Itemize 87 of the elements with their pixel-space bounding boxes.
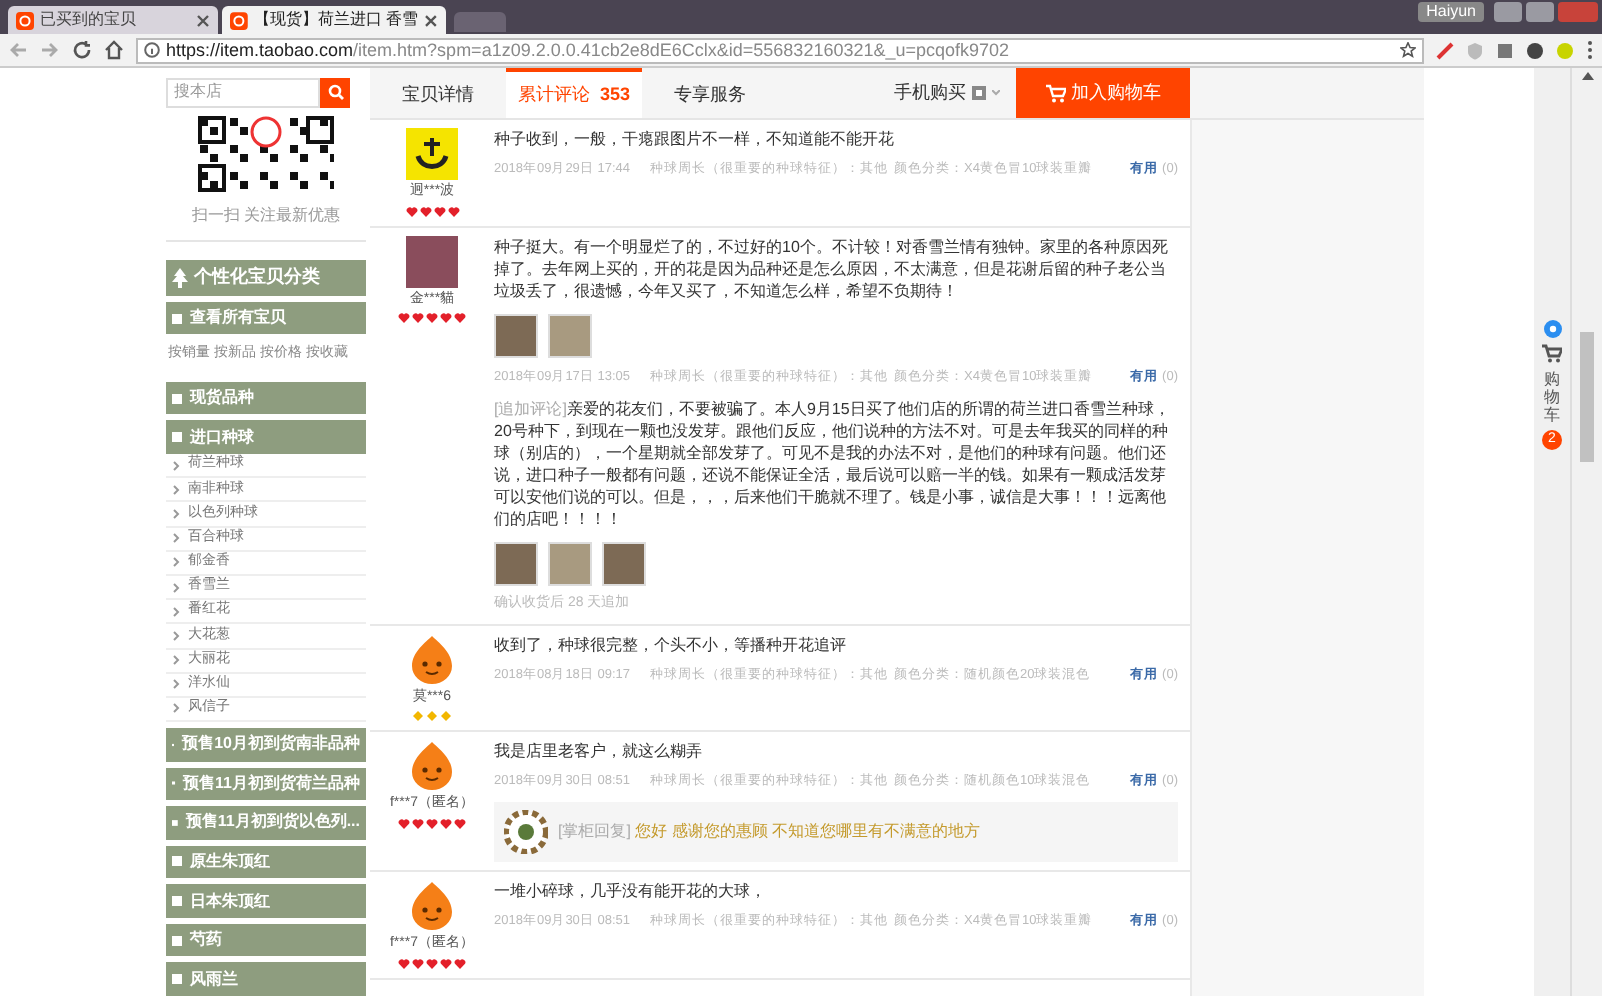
- detail-tab[interactable]: 专享服务: [642, 68, 778, 118]
- category-header[interactable]: 风雨兰: [166, 962, 366, 996]
- address-field[interactable]: https://item.taobao.com/item.htm?spm=a1z09.2.0.0.41cb2e8dE6Cclx&id=556832160321&_u=pcqofk9702: [136, 37, 1424, 63]
- category-header[interactable]: 预售11月初到货荷兰品种: [166, 767, 366, 801]
- category-label: 预售11月初到货以色列...: [185, 810, 360, 835]
- star-icon[interactable]: [1400, 42, 1416, 58]
- category-header[interactable]: 预售11月初到货以色列...: [166, 806, 366, 840]
- category-label: 预售11月初到货荷兰品种: [183, 771, 360, 796]
- square-icon: [172, 432, 182, 443]
- close-icon[interactable]: [424, 13, 438, 27]
- category-header[interactable]: 进口种球: [166, 420, 366, 454]
- review-text: 种子挺大。有一个明显烂了的，不过好的10个。不计较！对香雪兰情有独钟。家里的各种原因死掉了。去年网上买的，开的花是因为品种还是怎么原因，不太满意，但是花谢后留的种子老公当垃圾丢了，很遗憾，今年又买了，不知道怎么样，希望不负期待！: [494, 235, 1170, 301]
- cart-label[interactable]: 购物车: [1544, 370, 1560, 424]
- square-icon: [172, 856, 182, 867]
- square-icon: [172, 935, 182, 946]
- scrollbar-thumb[interactable]: [1580, 332, 1594, 462]
- category-title-text: 个性化宝贝分类: [194, 264, 320, 291]
- review-text: 种子收到，一般，干瘪跟图片不一样，不知道能不能开花: [494, 128, 896, 150]
- square-icon: [172, 974, 182, 985]
- tab-favicon-icon: [230, 11, 248, 29]
- user-name[interactable]: Haiyun: [1418, 2, 1484, 22]
- search-icon: [327, 84, 343, 101]
- category-header[interactable]: 芍药: [166, 923, 366, 957]
- maximize-button[interactable]: [1526, 2, 1554, 22]
- review-text: 收到了，种球很完整，个头不小，等播种开花追评: [494, 633, 848, 656]
- scroll-up-icon[interactable]: [1581, 72, 1593, 80]
- photo-placeholder: [406, 235, 458, 287]
- browser-tab[interactable]: 已买到的宝贝: [8, 6, 218, 34]
- category-header[interactable]: 原生朱顶红: [166, 845, 366, 879]
- mobile-buy-link[interactable]: 手机购买: [894, 68, 1000, 118]
- add-to-cart-button[interactable]: 加入购物车: [1016, 68, 1190, 118]
- category-header[interactable]: 预售10月初到货南非品种: [166, 728, 366, 762]
- category-label: 原生朱顶红: [190, 849, 270, 874]
- qr-icon: [972, 86, 986, 100]
- caret-icon: [992, 90, 1000, 96]
- qr-caption: 扫一扫 关注最新优惠: [191, 204, 341, 229]
- review-text: 我是店里老客户，就这么糊弄: [494, 740, 704, 763]
- category-label: 进口种球: [190, 425, 254, 450]
- home-icon[interactable]: [104, 40, 124, 60]
- tab-favicon-icon: [16, 11, 34, 29]
- url-text: https://item.taobao.com/item.htm?spm=a1z09.2.0.0.41cb2e8dE6Cclx&id=556832160321&_u=pcqofk9702: [166, 41, 1010, 59]
- tree-icon: [172, 268, 188, 289]
- photo-placeholder[interactable]: [494, 313, 538, 357]
- square-icon: [172, 896, 182, 907]
- square-icon: [172, 313, 182, 324]
- cartoon-avatar: [406, 740, 458, 793]
- notification-dot-icon[interactable]: [1543, 320, 1561, 338]
- cart-icon[interactable]: [1542, 344, 1562, 364]
- category-label: 预售10月初到货南非品种: [182, 732, 360, 757]
- photo-placeholder[interactable]: [494, 542, 538, 587]
- cart-icon: [1045, 83, 1065, 103]
- minimize-button[interactable]: [1494, 2, 1522, 22]
- forward-icon[interactable]: [40, 40, 60, 60]
- shop-badge-icon: [504, 810, 548, 854]
- category-header[interactable]: 日本朱顶红: [166, 884, 366, 918]
- menu-icon[interactable]: [1586, 40, 1594, 60]
- search-field[interactable]: 搜本店: [166, 77, 320, 108]
- category-label: 风雨兰: [190, 967, 238, 992]
- qr-code-drawing: [198, 116, 334, 193]
- photo-placeholder[interactable]: [548, 542, 592, 587]
- extension-icon[interactable]: [1436, 41, 1454, 59]
- review-count: 353: [599, 81, 631, 108]
- category-header[interactable]: 现货品种: [166, 381, 366, 415]
- square-icon: [172, 393, 182, 404]
- cartoon-avatar: [406, 880, 458, 932]
- shop-logo-avatar: [406, 128, 458, 180]
- photo-placeholder[interactable]: [548, 313, 592, 357]
- photo-placeholder[interactable]: [602, 542, 646, 587]
- appended-review: [追加评论]亲爱的花友们，不要被骗了。本人9月15日买了他们店的所谓的荷兰进口香雪兰种球，20号种下，到现在一颗也没发芽。跟他们反应，他们说种的方法不对。可是去年我买的同样的种球（别店的），一个星期就全部发芽了。可见不是我的办法不对，是他们的种球有问题。他们还说，进口种子一般都有问题，还说不能保证全活，最后说可以赔一半的钱。如果有一颗成活发芽可以安他们说的可以。但是，，，后来他们干脆就不理了。钱是小事，诚信是大事！！！远离他们的店吧！！！！: [494, 398, 1172, 531]
- reload-icon[interactable]: [72, 40, 92, 60]
- back-icon[interactable]: [8, 40, 28, 60]
- category-label: 日本朱顶红: [190, 889, 270, 914]
- info-icon: [144, 42, 160, 58]
- category-header[interactable]: 查看所有宝贝: [166, 301, 366, 335]
- cartoon-avatar: [406, 633, 458, 686]
- reply-text: [掌柜回复] 您好 感谢您的惠顾 不知道您哪里有不满意的地方: [558, 820, 981, 844]
- close-icon[interactable]: [196, 13, 210, 27]
- category-label: 芍药: [190, 928, 222, 953]
- search-button[interactable]: [320, 77, 350, 108]
- review-text: 一堆小碎球，几乎没有能开花的大球，: [494, 880, 768, 902]
- square-icon: [172, 817, 178, 828]
- category-label: 查看所有宝贝: [190, 306, 286, 331]
- detail-tab[interactable]: 宝贝详情: [370, 68, 506, 118]
- scrollbar[interactable]: [1570, 68, 1602, 996]
- browser-tab[interactable]: 【现货】荷兰进口 香雪: [222, 6, 446, 34]
- category-label: 现货品种: [190, 386, 254, 411]
- detail-tab[interactable]: 累计评论 353: [506, 68, 642, 118]
